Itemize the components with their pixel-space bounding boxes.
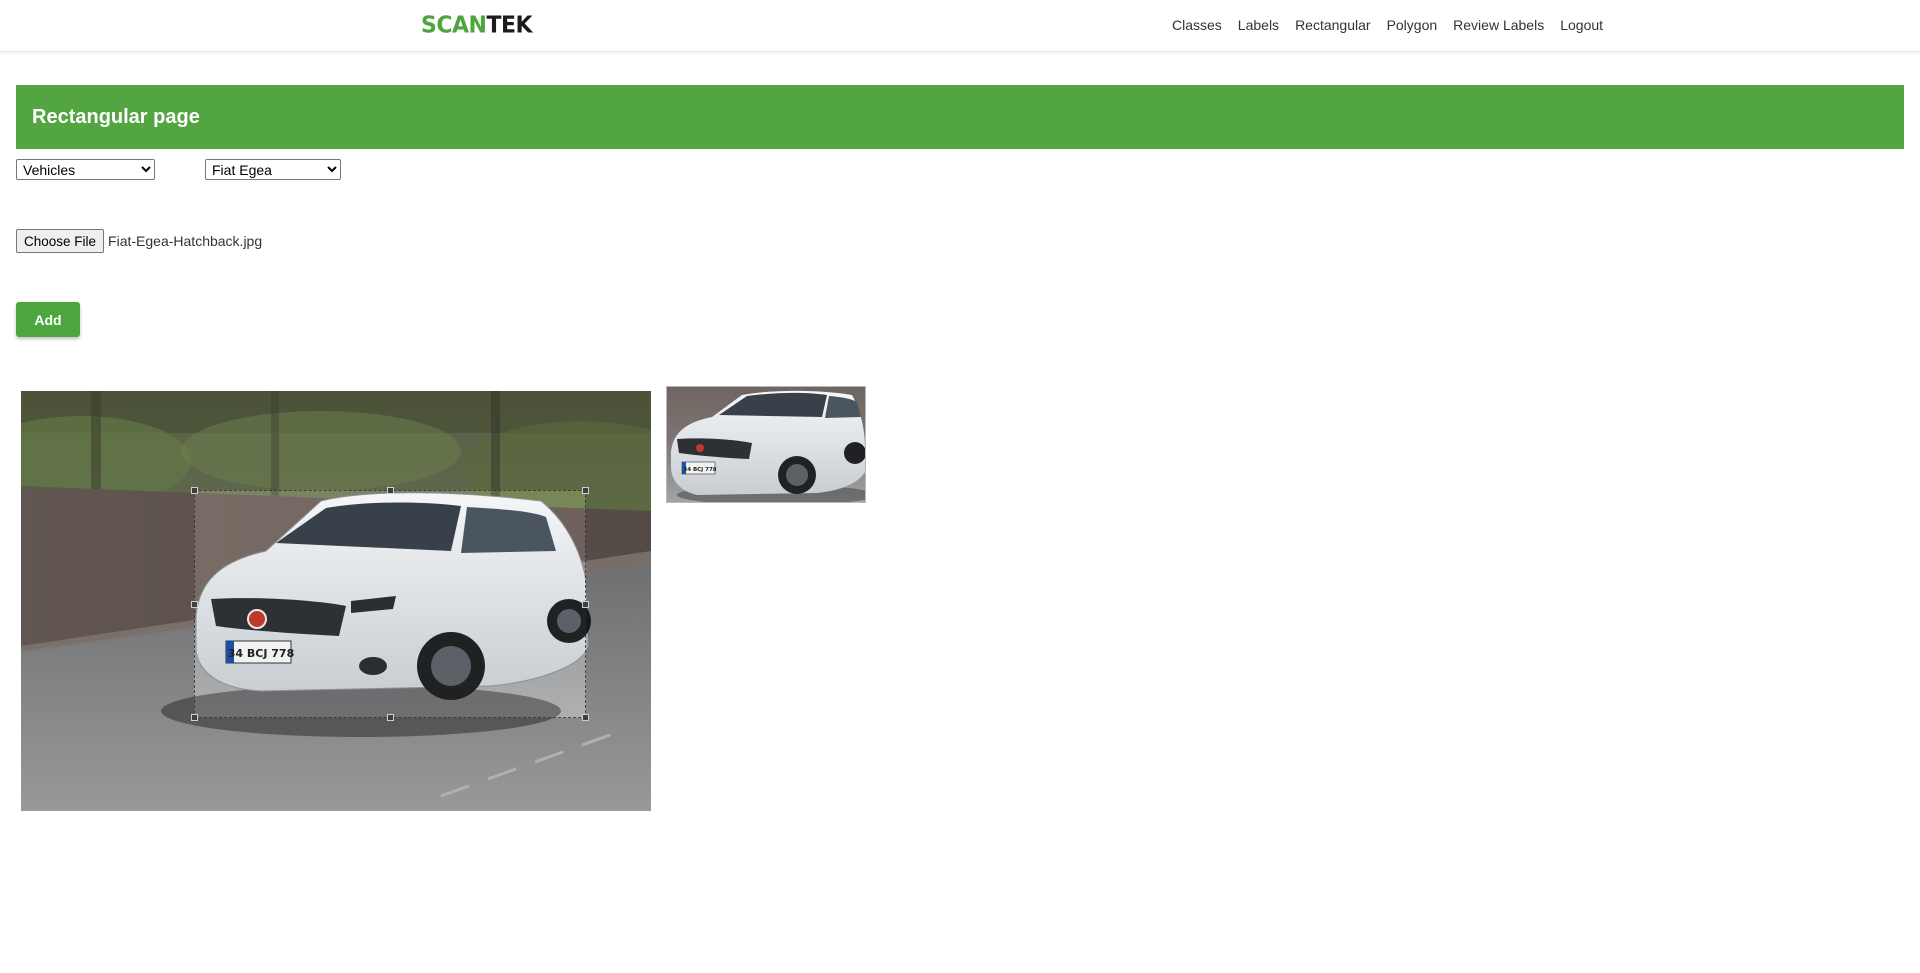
logo-scan-text: SCAN <box>421 12 487 39</box>
class-select[interactable]: Vehicles <box>16 159 155 180</box>
page-title: Rectangular page <box>32 106 200 128</box>
rectangle-selection[interactable] <box>191 487 589 721</box>
file-input[interactable]: Choose File Fiat-Egea-Hatchback.jpg <box>16 229 262 253</box>
nav-classes-link[interactable]: Classes <box>1172 17 1222 34</box>
logo-tek-text: TEK <box>486 12 533 39</box>
label-select[interactable]: Fiat Egea <box>205 159 341 180</box>
top-navbar: SCANTEK Classes Labels Rectangular Polyg… <box>0 0 1920 52</box>
crop-preview: 34 BCJ 778 <box>666 386 866 503</box>
nav-logout-link[interactable]: Logout <box>1560 17 1603 34</box>
resize-handle-w[interactable] <box>191 601 198 608</box>
resize-handle-nw[interactable] <box>191 487 198 494</box>
resize-handle-ne[interactable] <box>582 487 589 494</box>
scantek-logo[interactable]: SCANTEK <box>421 11 533 40</box>
nav-rectangular-link[interactable]: Rectangular <box>1295 17 1371 34</box>
nav-review-labels-link[interactable]: Review Labels <box>1453 17 1544 34</box>
cropped-car-image: 34 BCJ 778 <box>667 387 865 502</box>
choose-file-button[interactable]: Choose File <box>16 229 105 253</box>
add-button[interactable]: Add <box>16 302 80 337</box>
resize-handle-n[interactable] <box>387 487 394 494</box>
resize-handle-s[interactable] <box>387 714 394 721</box>
nav-polygon-link[interactable]: Polygon <box>1387 17 1438 34</box>
annotation-canvas[interactable]: 34 BCJ 778 <box>21 391 651 811</box>
resize-handle-se[interactable] <box>582 714 589 721</box>
nav-labels-link[interactable]: Labels <box>1238 17 1279 34</box>
nav-links: Classes Labels Rectangular Polygon Revie… <box>1172 17 1603 34</box>
thumb-license-plate-text: 34 BCJ 778 <box>683 467 716 473</box>
selected-file-name: Fiat-Egea-Hatchback.jpg <box>108 233 263 249</box>
resize-handle-sw[interactable] <box>191 714 198 721</box>
resize-handle-e[interactable] <box>582 601 589 608</box>
page-banner: Rectangular page <box>16 85 1904 149</box>
